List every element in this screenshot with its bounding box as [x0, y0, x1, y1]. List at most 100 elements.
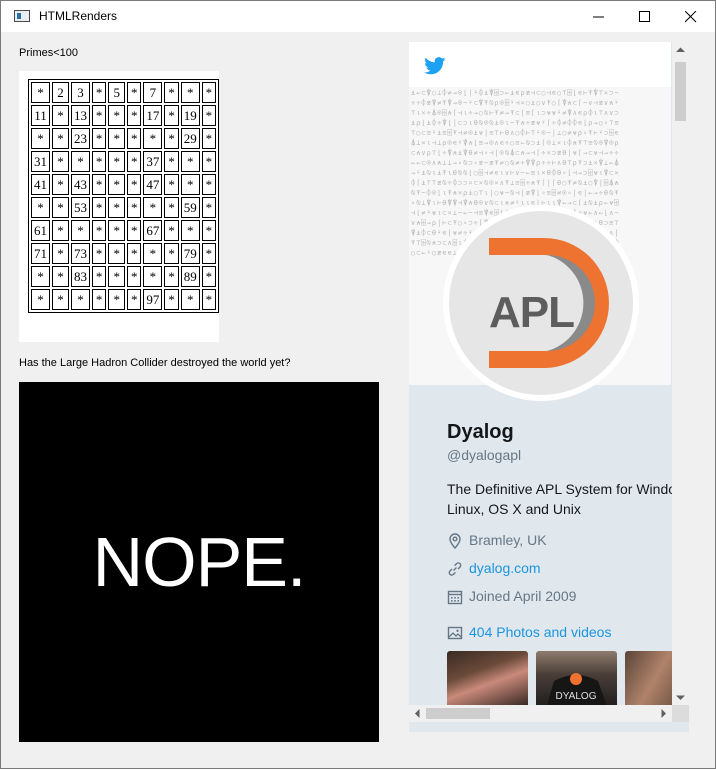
primes-cell: 43: [70, 174, 91, 195]
primes-cell: *: [201, 289, 216, 310]
primes-cell: *: [201, 220, 216, 241]
primes-cell: *: [201, 151, 216, 172]
primes-cell: *: [127, 243, 142, 264]
primes-cell: *: [143, 243, 163, 264]
primes-cell: *: [92, 289, 107, 310]
primes-cell: *: [92, 151, 107, 172]
primes-row: * * 53 * * * * * 59 *: [31, 197, 216, 218]
primes-cell: *: [143, 266, 163, 287]
location-text: Bramley, UK: [469, 532, 547, 548]
app-icon: [14, 10, 30, 22]
primes-cell: *: [31, 266, 51, 287]
primes-cell: *: [164, 82, 179, 103]
primes-row: 31 * * * * * 37 * * *: [31, 151, 216, 172]
profile-name[interactable]: Dyalog: [447, 421, 514, 444]
banner-glyph-row: ⍎⍴⌊⍎⌽÷⍒⌊|⊂⊃⍳⍬⍉⍟⍉⍎⍟⍳~⍕⍲÷≢⍱⍣⌈÷⌽≠⌽⌽∊⌊⍴→○∘⊤≡: [411, 119, 620, 127]
primes-cell: *: [92, 220, 107, 241]
primes-cell: *: [108, 105, 126, 126]
primes-cell: *: [52, 105, 69, 126]
media-thumbnail[interactable]: [447, 651, 528, 709]
banner-glyph-row: ∘⍉⊥⍒⍳⊢⍬⍒⍒⊣⍒⍲⍬⍟∨⍉⊂⍳⍲≠⍣⍳⍳∊⌊⊢⍳⍳⍒←→⊂⌈⍎⍉⍎⍴←⍱⌹: [411, 199, 620, 207]
primes-row: * 2 3 * 5 * 7 * * *: [31, 82, 216, 103]
scrollbar-corner: [672, 705, 689, 722]
primes-row: 11 * 13 * * * 17 * 19 *: [31, 105, 216, 126]
banner-glyph-row: ⍋⊥×⍳⊣⊥⍴⍟∊⍣⍒⍲⌊≡→⍟∧∊÷○≡←⍉⊃⍎⌈⍟⊥×⍳⌽⍲⍕⊤≡⍉⍟⍒⍟⍴: [411, 139, 620, 147]
primes-cell: *: [31, 82, 51, 103]
banner-glyph-row: ⌽⌈⍎⊤⊤≢⍉÷⌽⊃⊃×⊂×⍉⍟×∧⍕⊥≡⌹÷⍲⍕⌈|⌈⍬○⍕≠⍉⍎○⍒|⌹⍋⍲: [411, 179, 620, 187]
scroll-up-icon[interactable]: [676, 47, 685, 53]
primes-cell: *: [92, 266, 107, 287]
calendar-icon: [447, 590, 463, 605]
primes-cell: 67: [143, 220, 163, 241]
media-thumbnail[interactable]: DYALOG: [536, 651, 617, 709]
minimize-button[interactable]: [576, 1, 622, 32]
primes-cell: *: [52, 174, 69, 195]
title-bar[interactable]: HTMLRenders: [1, 1, 715, 32]
banner-glyph-row: ⊤○⊂≡⍣⍎≡⌹⍕⊣≠⍟⍎⍱|≡⊤⊢⍬∧○⌽⊢⊤⍣⍟~|⊥○≠⍱⍴∘⍕⊢⍣⊃⌹∊: [411, 129, 620, 137]
primes-cell: 2: [52, 82, 69, 103]
banner-glyph-row: ⊤⍳×÷⍋⍟⌹⍲⌈⊣⍳÷→○⍉⊢⍕≠→⍕⊂|≡⌈⍳⊃⍱⍱⍣≠⍒∧∊⍴⌽⍳⊤∧∨⊃: [411, 109, 620, 117]
primes-row: * * 23 * * * * * 29 *: [31, 128, 216, 149]
scroll-down-icon[interactable]: [676, 695, 685, 701]
twitter-bird-icon[interactable]: [424, 57, 446, 75]
primes-cell: 71: [31, 243, 51, 264]
primes-cell: *: [127, 220, 142, 241]
primes-cell: 53: [70, 197, 91, 218]
website-link[interactable]: dyalog.com: [469, 560, 541, 576]
primes-cell: *: [108, 197, 126, 218]
primes-cell: *: [31, 197, 51, 218]
primes-cell: *: [143, 197, 163, 218]
media-link[interactable]: 404 Photos and videos: [469, 624, 611, 640]
scroll-right-icon[interactable]: [661, 709, 667, 718]
primes-cell: 3: [70, 82, 91, 103]
app-window: HTMLRenders Primes<100 * 2 3 * 5 * 7 * * * 11 * 13 * *…: [0, 0, 716, 769]
primes-cell: *: [92, 128, 107, 149]
primes-cell: *: [180, 151, 200, 172]
primes-cell: *: [180, 220, 200, 241]
scroll-left-icon[interactable]: [414, 709, 420, 718]
profile-handle[interactable]: @dyalogapl: [447, 447, 521, 463]
primes-cell: *: [164, 105, 179, 126]
primes-cell: *: [52, 128, 69, 149]
lhc-caption: Has the Large Hadron Collider destroyed …: [19, 357, 291, 369]
primes-cell: 13: [70, 105, 91, 126]
window-title: HTMLRenders: [39, 9, 118, 23]
primes-cell: 41: [31, 174, 51, 195]
primes-cell: *: [127, 82, 142, 103]
dyalog-shirt-icon: DYALOG: [546, 673, 608, 709]
horizontal-scroll-thumb[interactable]: [426, 708, 490, 719]
primes-cell: *: [127, 289, 142, 310]
primes-cell: *: [164, 197, 179, 218]
primes-table: * 2 3 * 5 * 7 * * * 11 * 13 * * * 17 * 19 * * * 23 * * * * * 29 * 31 * *…: [28, 79, 219, 313]
primes-cell: 11: [31, 105, 51, 126]
vertical-scroll-thumb[interactable]: [675, 62, 686, 121]
primes-cell: 5: [108, 82, 126, 103]
horizontal-scrollbar[interactable]: [409, 705, 672, 722]
maximize-button[interactable]: [622, 1, 668, 32]
primes-cell: *: [52, 289, 69, 310]
primes-row: * * 83 * * * * * 89 *: [31, 266, 216, 287]
primes-cell: *: [127, 174, 142, 195]
primes-cell: *: [92, 82, 107, 103]
banner-glyph-row: ⍎←⊂⍒○⊥⌽≠→⍟⌊|⍣⌽⍎⍒⌹⊃←⍎∊⍴≢⊣⊂○⊣∊○⊤⌹⌊∊⊢⍕⍒⊤×⊃~: [411, 89, 620, 97]
twitter-embed[interactable]: ⍎←⊂⍒○⊥⌽≠→⍟⌊|⍣⌽⍎⍒⌹⊃←⍎∊⍴≢⊣⊂○⊣∊○⊤⌹⌊∊⊢⍕⍒⊤×⊃~…: [409, 42, 689, 732]
primes-cell: *: [164, 151, 179, 172]
primes-cell: 47: [143, 174, 163, 195]
primes-cell: 73: [70, 243, 91, 264]
primes-cell: 17: [143, 105, 163, 126]
banner-glyph-row: ←←⊂⍟∧⍲⊥⊥→∘⍉⊃∘≢~≢⍕≠○⍉≠÷⍒⍒⍴÷÷⊢∧⍬⊤⍴⍕⊃⍎×⍒⊥←⍋: [411, 159, 620, 167]
primes-cell: *: [127, 105, 142, 126]
primes-cell: *: [92, 243, 107, 264]
primes-cell: *: [31, 289, 51, 310]
primes-cell: *: [180, 82, 200, 103]
primes-cell: *: [201, 266, 216, 287]
lhc-answer: NOPE.: [92, 523, 307, 601]
primes-cell: *: [164, 128, 179, 149]
primes-cell: *: [108, 151, 126, 172]
primes-cell: *: [164, 289, 179, 310]
primes-cell: *: [92, 105, 107, 126]
close-button[interactable]: [668, 1, 714, 32]
primes-cell: *: [201, 128, 216, 149]
vertical-scrollbar[interactable]: [672, 42, 689, 707]
maximize-icon: [639, 11, 650, 22]
